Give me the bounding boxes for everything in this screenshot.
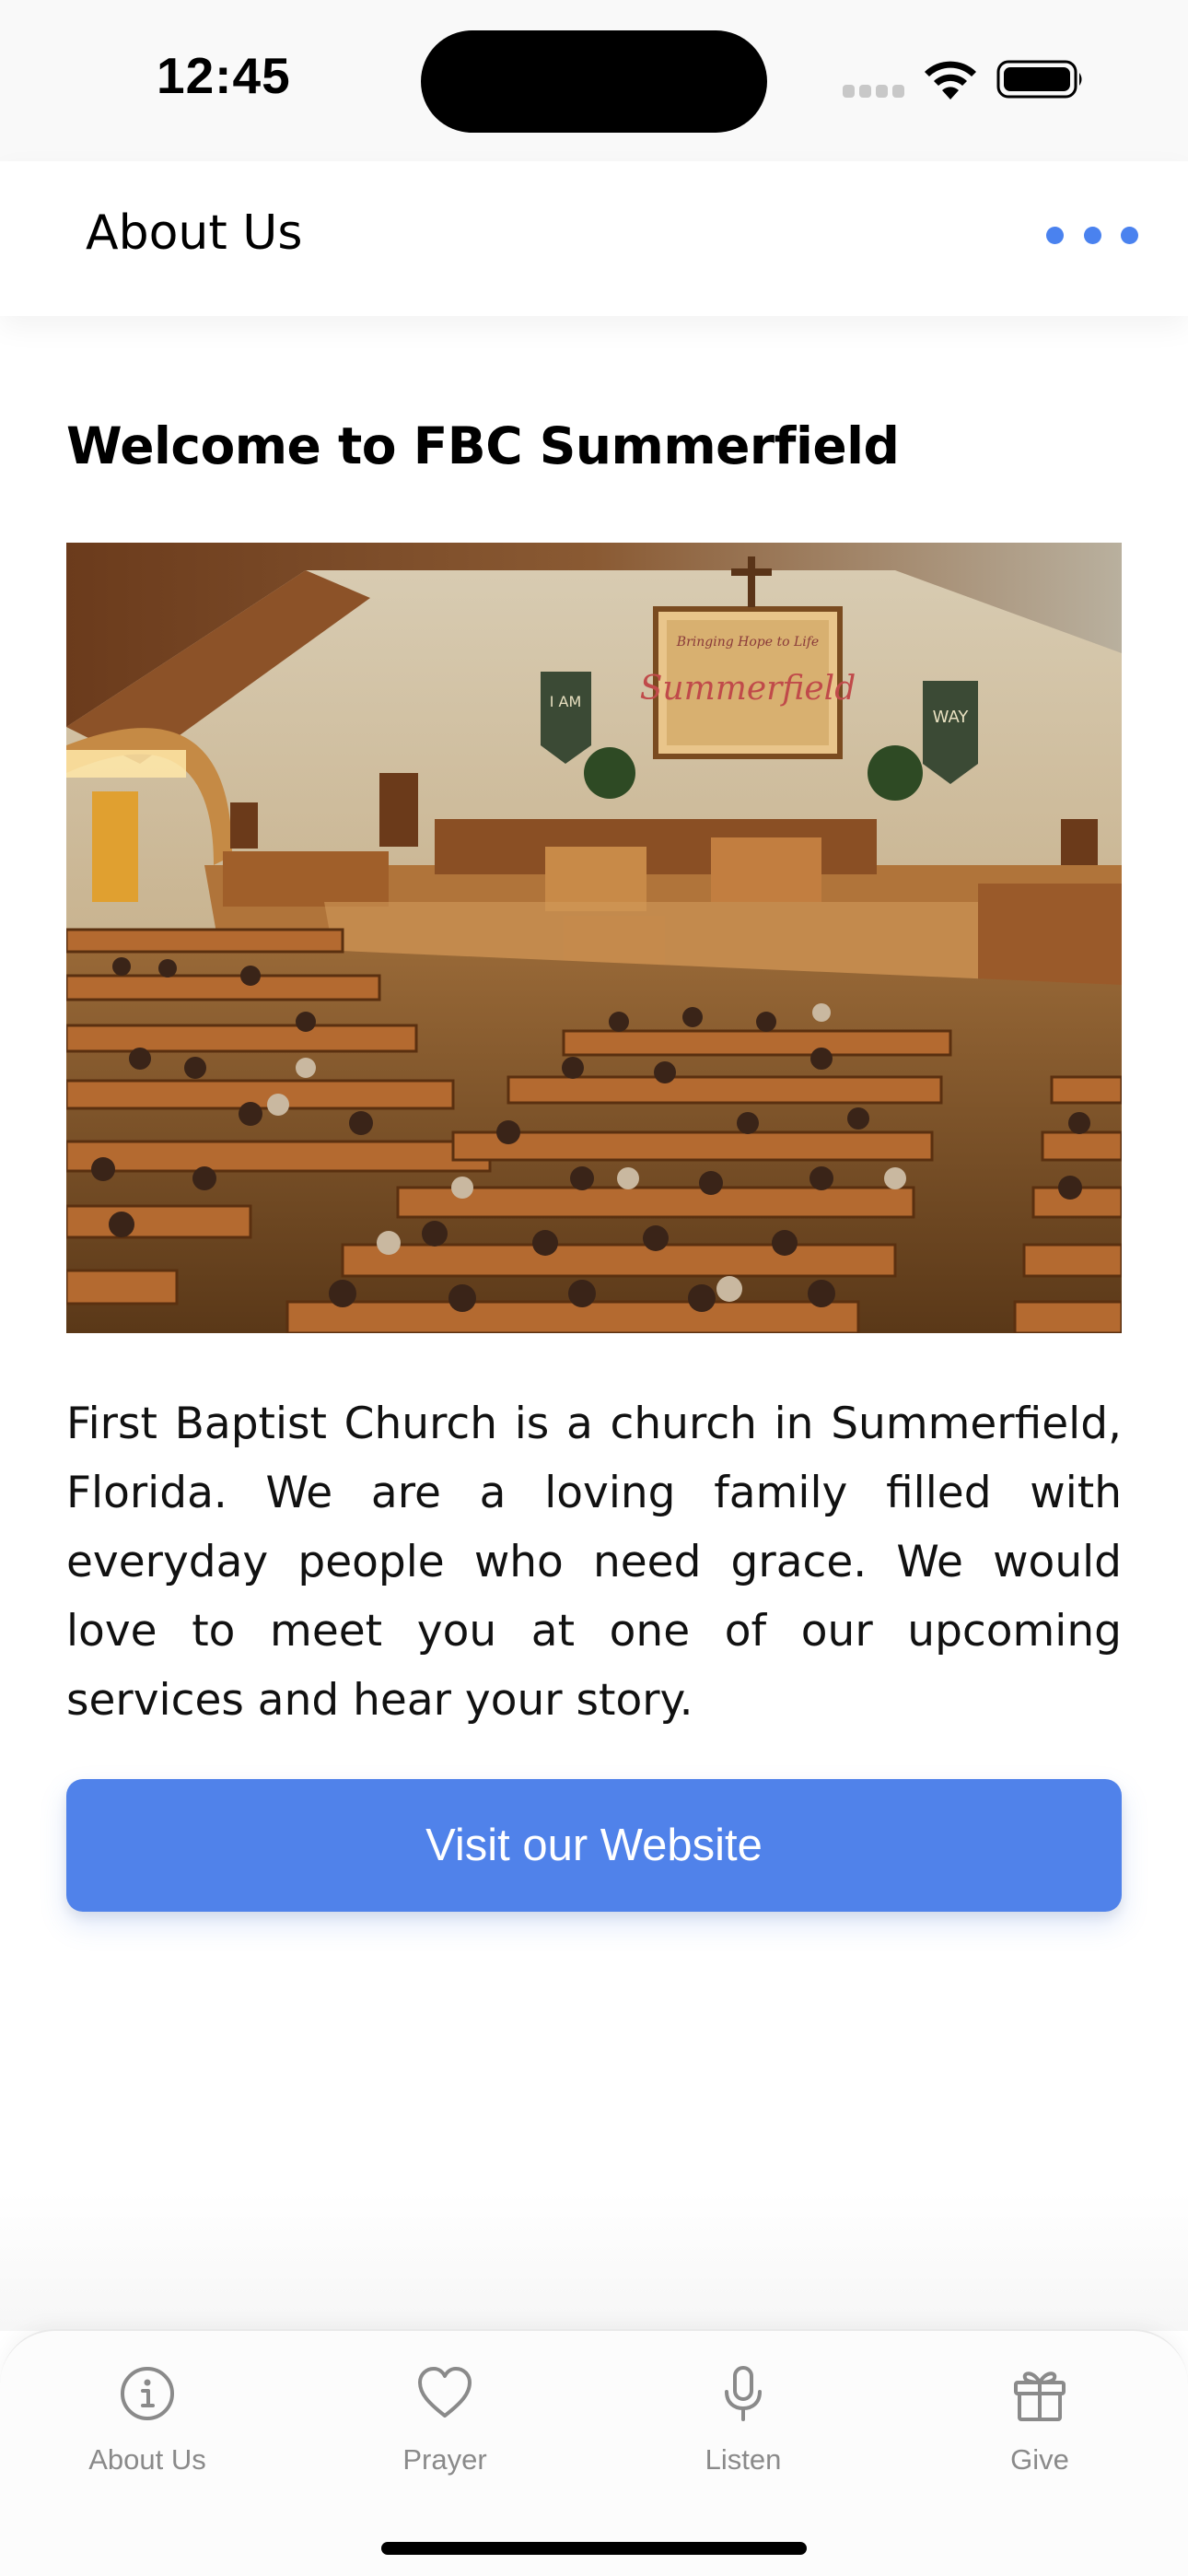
ellipsis-dot: [1083, 226, 1101, 244]
status-bar: 12:45: [0, 0, 1188, 161]
banner-right-text: WAY: [933, 708, 970, 727]
church-description: First Baptist Church is a church in Summ…: [66, 1399, 1122, 1726]
tab-give[interactable]: Give: [938, 2364, 1141, 2502]
ellipsis-icon: [1046, 226, 1064, 244]
info-icon: [121, 2367, 174, 2420]
bottom-fade: [0, 2193, 1188, 2331]
banner-left-text: I AM: [550, 693, 582, 710]
screen: 12:45 About Us Welcome to FBC Summerfiel…: [0, 0, 1188, 2576]
screen-tagline: Bringing Hope to Life: [676, 635, 819, 650]
church-sanctuary-photo: Summerfield Bringing Hope to Life I AM W…: [66, 543, 1122, 1333]
screen-text: Summerfield: [640, 670, 856, 708]
wifi-icon: [925, 61, 976, 100]
home-indicator: [381, 2542, 807, 2555]
tab-label: About Us: [88, 2443, 206, 2476]
welcome-heading: Welcome to FBC Summerfield: [66, 416, 900, 475]
gift-icon: [1014, 2371, 1066, 2421]
dynamic-island: [421, 30, 767, 133]
tab-prayer[interactable]: Prayer: [344, 2364, 546, 2502]
battery-icon: [996, 60, 1082, 99]
status-time: 12:45: [157, 47, 291, 104]
tab-label: Listen: [705, 2443, 782, 2476]
more-options-button[interactable]: [1046, 217, 1138, 253]
tab-label: Prayer: [402, 2443, 487, 2476]
visit-website-button[interactable]: Visit our Website: [66, 1779, 1122, 1912]
microphone-icon: [725, 2366, 762, 2421]
app-header: About Us: [0, 161, 1188, 316]
tab-bar: About Us Prayer Listen Give: [0, 2329, 1188, 2576]
tab-about-us[interactable]: About Us: [46, 2364, 249, 2502]
heart-icon: [418, 2367, 472, 2418]
cellular-signal-icon: [843, 85, 905, 98]
tab-label: Give: [1010, 2443, 1069, 2476]
ellipsis-dot: [1121, 226, 1138, 244]
visit-website-label: Visit our Website: [425, 1821, 763, 1870]
page-title: About Us: [86, 205, 303, 261]
tab-listen[interactable]: Listen: [642, 2364, 844, 2502]
